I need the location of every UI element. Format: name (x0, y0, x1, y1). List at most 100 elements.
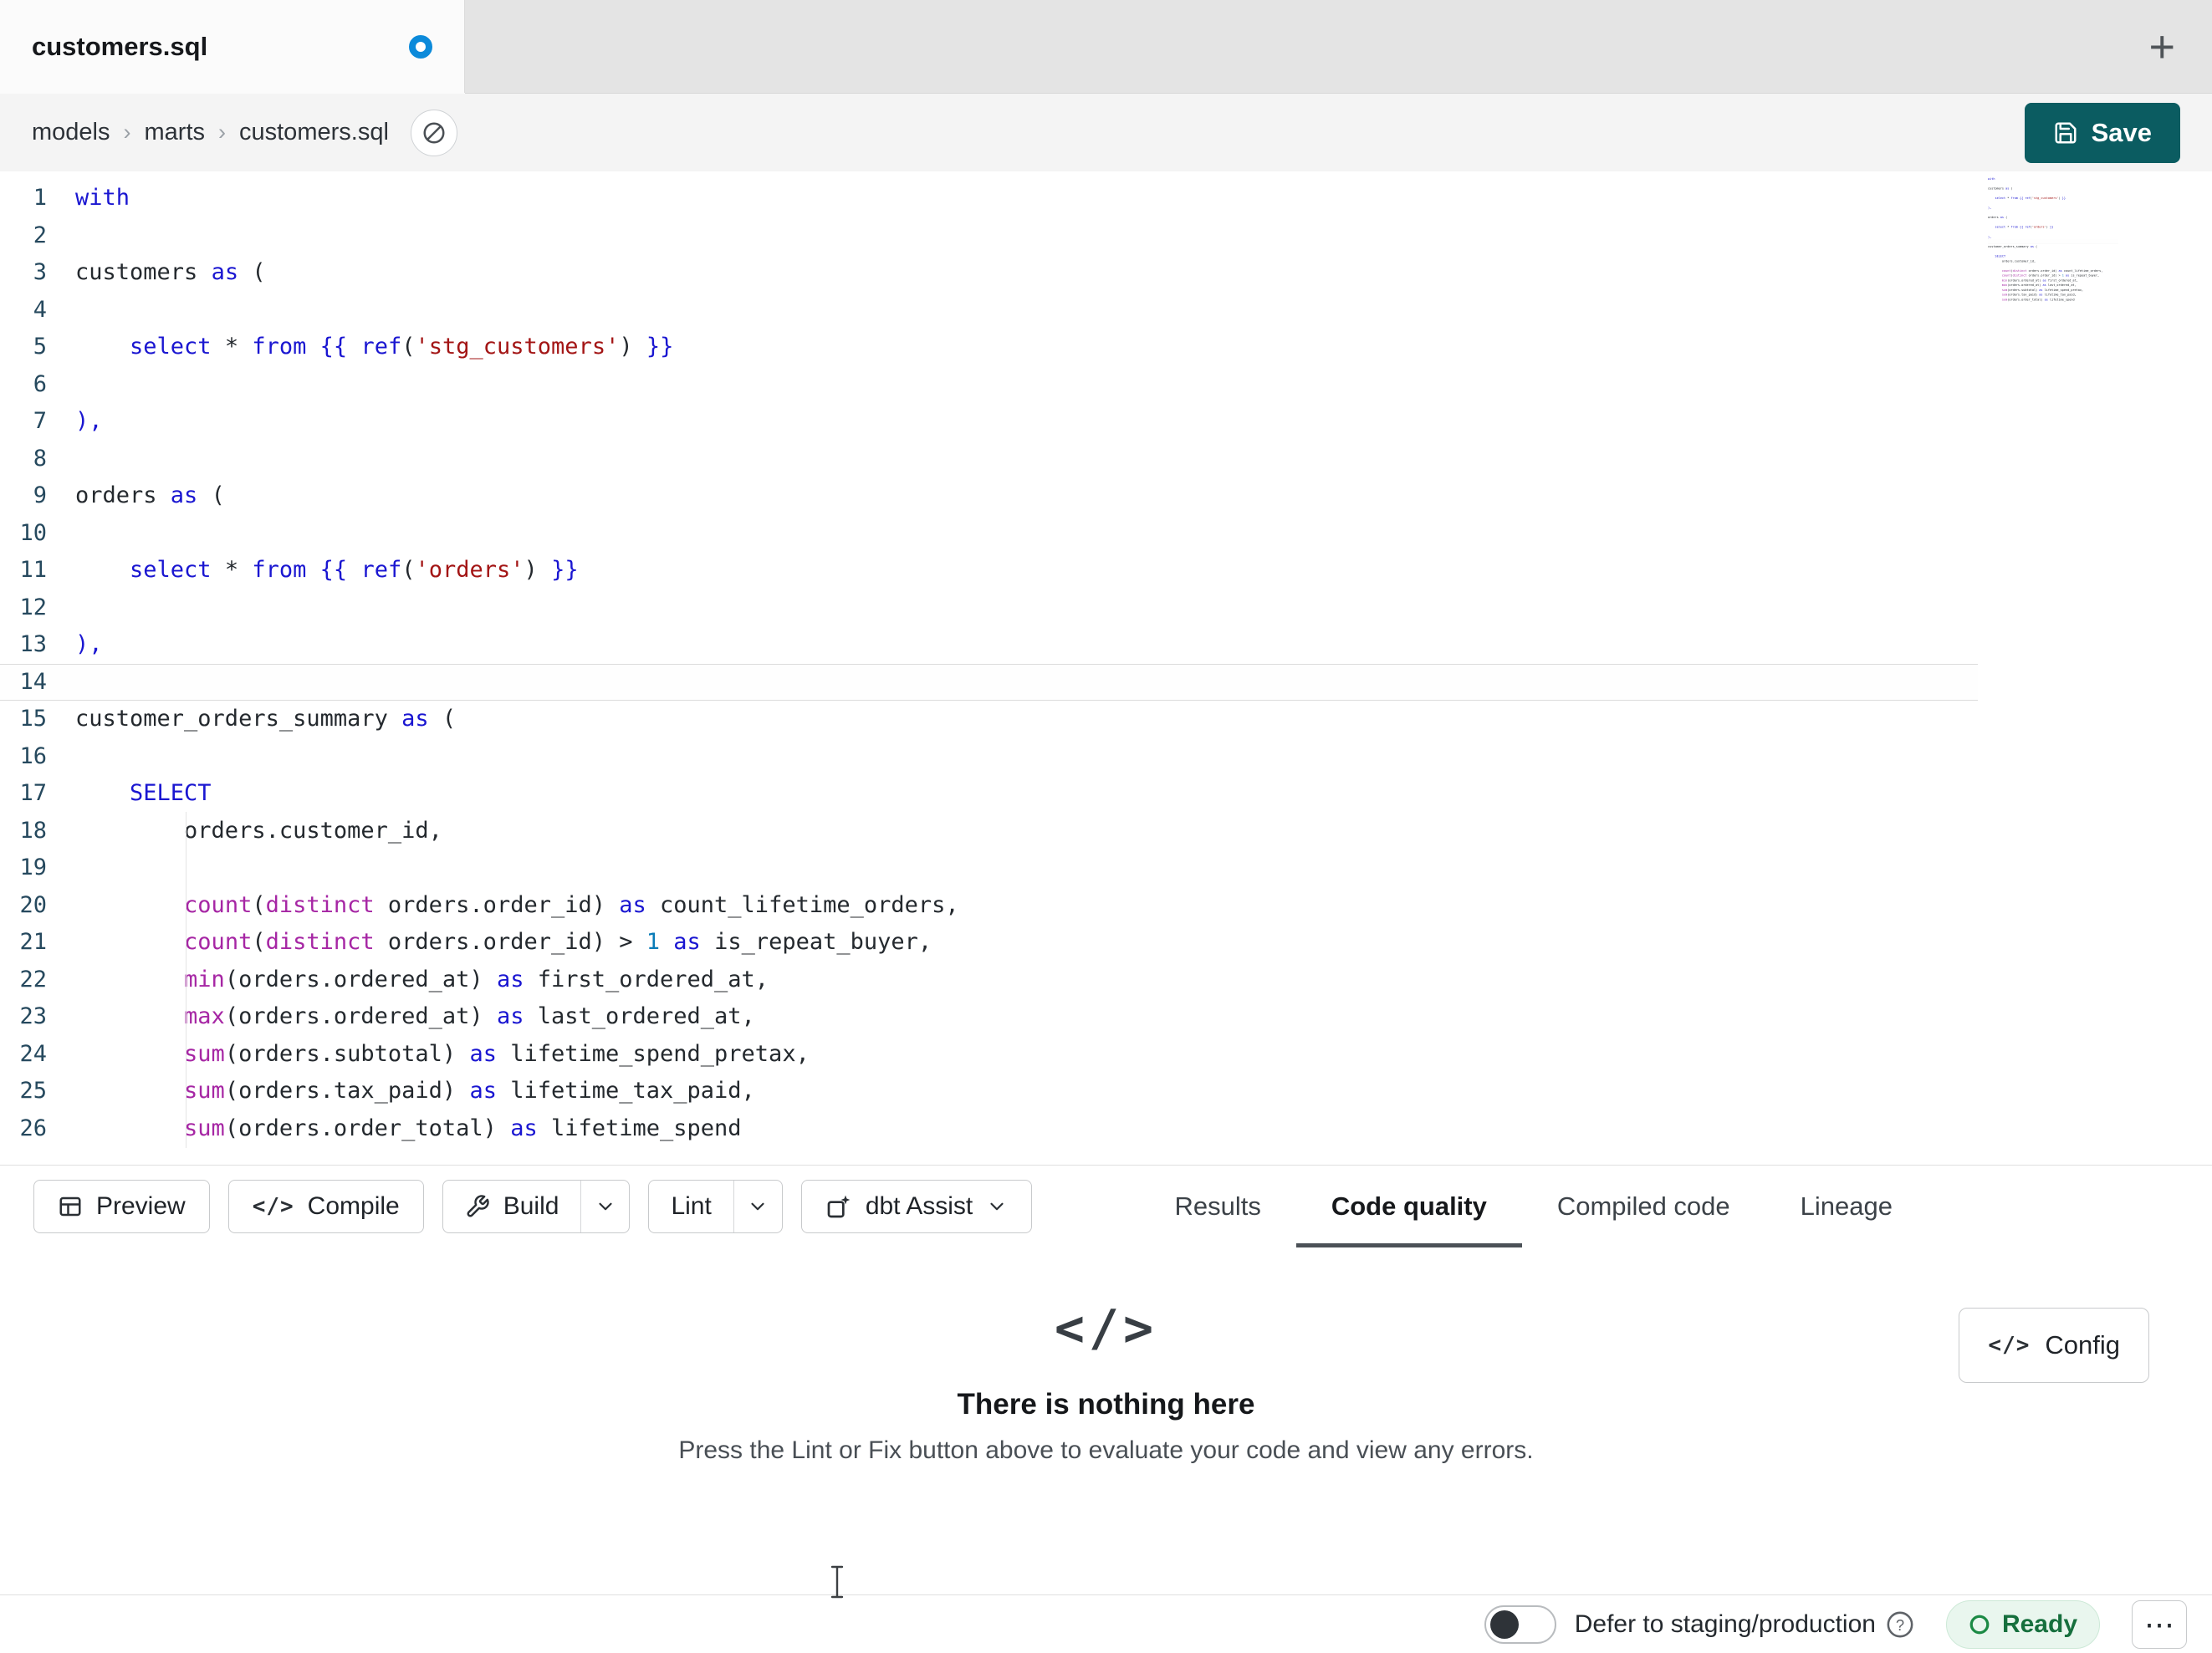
build-dropdown-button[interactable] (580, 1181, 629, 1232)
code-line[interactable]: 20 count(distinct orders.order_id) as co… (0, 887, 1978, 925)
line-number: 14 (19, 668, 47, 695)
breadcrumb-customers-sql[interactable]: customers.sql (239, 119, 389, 146)
more-options-button[interactable]: ⋯ (2132, 1599, 2187, 1649)
svg-text:?: ? (1896, 1616, 1904, 1634)
tab-title: customers.sql (32, 31, 208, 61)
chevron-down-icon (595, 1196, 616, 1217)
line-number: 4 (33, 296, 47, 323)
tab-lineage[interactable]: Lineage (1765, 1166, 1928, 1247)
code-line[interactable]: 11 select * from {{ ref('orders') }} (0, 552, 1978, 589)
code-line[interactable]: 3 customers as ( (0, 254, 1978, 292)
line-number: 13 (19, 631, 47, 657)
code-editor[interactable]: 1 with 2 3 customers as ( 4 5 select * from {{… (0, 171, 2212, 1165)
line-number: 1 (33, 185, 47, 211)
text-cursor-icon (830, 1565, 845, 1599)
breadcrumb-marts[interactable]: marts (145, 119, 206, 146)
code-line[interactable]: 7), (0, 403, 1978, 441)
lint-dropdown-button[interactable] (733, 1181, 782, 1232)
breadcrumb-models[interactable]: models (32, 119, 110, 146)
breadcrumb-separator: › (123, 120, 131, 145)
line-number: 12 (19, 594, 47, 620)
new-tab-button[interactable]: + (2148, 24, 2175, 69)
code-line[interactable]: 22 min(orders.ordered_at) as first_order… (0, 962, 1978, 999)
line-number: 22 (19, 966, 47, 992)
code-quality-panel: </> Config </> There is nothing here Pre… (0, 1247, 2212, 1594)
line-number: 20 (19, 891, 47, 918)
line-number: 18 (19, 817, 47, 844)
preview-label: Preview (96, 1192, 186, 1220)
tab-code-quality[interactable]: Code quality (1295, 1166, 1522, 1247)
line-number: 6 (33, 370, 47, 397)
status-badge[interactable]: Ready (1945, 1599, 2100, 1649)
build-label: Build (503, 1192, 559, 1220)
line-number: 23 (19, 1003, 47, 1029)
toggle-knob (1489, 1610, 1519, 1639)
code-line[interactable]: 13), (0, 626, 1978, 664)
breadcrumb-bar: models › marts › customers.sql Save (0, 94, 2212, 171)
line-number: 19 (19, 855, 47, 880)
code-line[interactable]: 1 with (0, 180, 1978, 217)
line-number: 17 (19, 780, 47, 806)
code-line[interactable]: 16 (0, 738, 1978, 776)
code-line[interactable]: 23 max(orders.ordered_at) as last_ordere… (0, 998, 1978, 1036)
line-number: 3 (33, 259, 47, 285)
code-line[interactable]: 12 (0, 589, 1978, 627)
chevron-down-icon (986, 1196, 1008, 1217)
assist-label: dbt Assist (865, 1192, 973, 1220)
code-line[interactable]: 14 (0, 663, 1978, 701)
save-label: Save (2091, 117, 2152, 147)
line-number: 2 (33, 222, 47, 248)
code-line: sum(orders.order_total) as lifetime_spen… (2001, 298, 2075, 302)
minimap-content: with customers as ( select * from {{ ref(… (1988, 176, 2118, 302)
code-line[interactable]: 8 (0, 441, 1978, 478)
line-number: 11 (19, 557, 47, 583)
code-line[interactable]: 15 customer_orders_summary as ( (0, 701, 1978, 738)
code-line[interactable]: 17 SELECT (0, 775, 1978, 813)
table-icon (58, 1194, 83, 1219)
code-lines: 1 with 2 3 customers as ( 4 5 select * from {{… (0, 180, 1978, 1147)
line-number: 26 (19, 1115, 47, 1141)
build-tool-icon (465, 1194, 490, 1219)
dbt-assist-button[interactable]: dbt Assist (800, 1180, 1033, 1233)
chevron-down-icon (747, 1196, 769, 1217)
code-line[interactable]: 26 sum(orders.order_total) as lifetime_s… (0, 1110, 1978, 1148)
code-line[interactable]: 6 (0, 366, 1978, 404)
defer-toggle[interactable] (1484, 1605, 1556, 1644)
defer-label: Defer to staging/production (1574, 1610, 1876, 1638)
code-line[interactable]: 25 sum(orders.tax_paid) as lifetime_tax_… (0, 1073, 1978, 1110)
line-number: 24 (19, 1040, 47, 1067)
dbt-ide-app: customers.sql + models › marts › custome… (0, 0, 2212, 1653)
help-icon[interactable]: ? (1886, 1610, 1914, 1639)
status-bar: Defer to staging/production ? Ready ⋯ (0, 1594, 2212, 1653)
line-number: 15 (19, 706, 47, 732)
preview-button[interactable]: Preview (33, 1180, 210, 1233)
line-number: 8 (33, 445, 47, 472)
code-line[interactable]: 19 (0, 849, 1978, 887)
line-number: 10 (19, 519, 47, 546)
code-line[interactable]: 24 sum(orders.subtotal) as lifetime_spen… (0, 1036, 1978, 1074)
line-number: 16 (19, 742, 47, 769)
compile-button[interactable]: </> Compile (227, 1180, 424, 1233)
file-context-button[interactable] (410, 109, 457, 156)
circle-slash-icon (421, 120, 447, 145)
tab-results[interactable]: Results (1139, 1166, 1295, 1247)
code-line[interactable]: 18 orders.customer_id, (0, 813, 1978, 850)
save-icon (2053, 120, 2078, 145)
tab-customers-sql[interactable]: customers.sql (0, 0, 465, 93)
code-line[interactable]: 5 select * from {{ ref('stg_customers') … (0, 329, 1978, 366)
code-line[interactable]: 10 (0, 515, 1978, 553)
code-line[interactable]: 2 (0, 217, 1978, 255)
breadcrumb-separator: › (218, 120, 226, 145)
code-line[interactable]: 21 count(distinct orders.order_id) > 1 a… (0, 924, 1978, 962)
tab-compiled-code[interactable]: Compiled code (1522, 1166, 1765, 1247)
code-line[interactable]: 9 orders as ( (0, 477, 1978, 515)
result-tabs: Results Code quality Compiled code Linea… (1139, 1166, 1928, 1247)
lint-button-group: Lint (648, 1180, 783, 1233)
status-label: Ready (2001, 1610, 2077, 1638)
minimap[interactable]: with customers as ( select * from {{ ref(… (1988, 176, 2118, 394)
code-line[interactable]: 4 (0, 292, 1978, 329)
build-button[interactable]: Build (443, 1181, 581, 1232)
lint-button[interactable]: Lint (649, 1181, 733, 1232)
lint-label: Lint (671, 1192, 712, 1220)
save-button[interactable]: Save (2024, 102, 2180, 163)
